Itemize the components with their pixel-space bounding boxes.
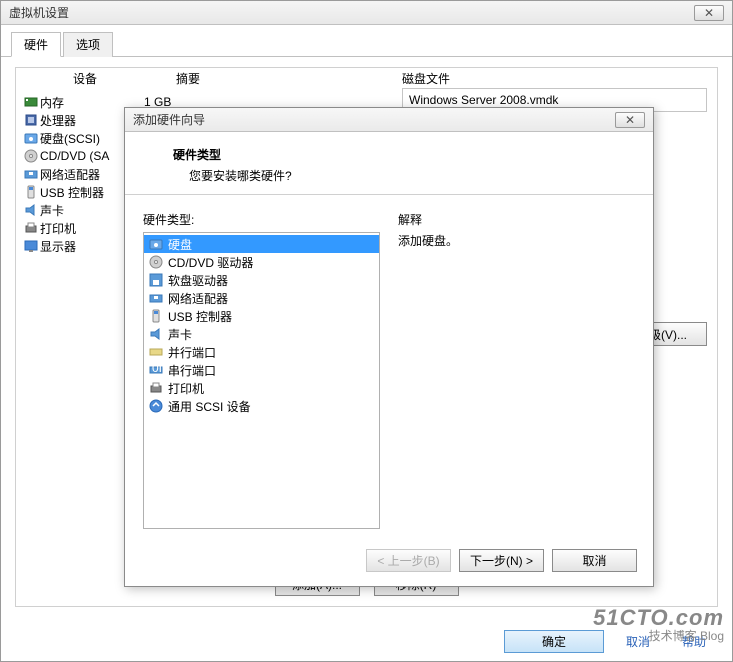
usb-icon <box>23 184 39 200</box>
usb-icon <box>148 308 164 324</box>
main-titlebar: 虚拟机设置 ✕ <box>1 1 732 25</box>
list-item[interactable]: CD/DVD 驱动器 <box>144 253 379 271</box>
list-item[interactable]: 并行端口 <box>144 343 379 361</box>
network-icon <box>23 166 39 182</box>
wizard-right-col: 解释 添加硬盘。 <box>398 211 635 529</box>
header-device: 设备 <box>24 70 146 87</box>
sound-icon <box>23 202 39 218</box>
tab-bar: 硬件 选项 <box>1 25 732 57</box>
tab-options[interactable]: 选项 <box>63 32 113 57</box>
sound-icon <box>148 326 164 342</box>
wizard-close-button[interactable]: ✕ <box>615 112 645 128</box>
disk-file-value: Windows Server 2008.vmdk <box>409 93 558 107</box>
explain-label: 解释 <box>398 211 635 228</box>
printer-icon <box>148 380 164 396</box>
floppy-icon <box>148 272 164 288</box>
hardware-type-listbox[interactable]: 硬盘 CD/DVD 驱动器 软盘驱动器 网络适配器 USB 控制器 声卡 并行端… <box>143 232 380 529</box>
list-item-label: USB 控制器 <box>168 308 232 325</box>
memory-icon <box>23 94 39 110</box>
harddisk-icon <box>148 236 164 252</box>
disk-file-label: 磁盘文件 <box>402 70 450 87</box>
dialog-footer: 确定 取消 帮助 <box>504 630 716 653</box>
wizard-title: 添加硬件向导 <box>133 111 205 128</box>
list-item[interactable]: 硬盘 <box>144 235 379 253</box>
list-item-label: 并行端口 <box>168 344 216 361</box>
cd-icon <box>148 254 164 270</box>
serial-icon <box>148 362 164 378</box>
display-icon <box>23 238 39 254</box>
close-icon: ✕ <box>704 6 714 20</box>
list-item[interactable]: 网络适配器 <box>144 289 379 307</box>
parallel-icon <box>148 344 164 360</box>
main-close-button[interactable]: ✕ <box>694 5 724 21</box>
header-summary: 摘要 <box>146 70 246 87</box>
wizard-titlebar: 添加硬件向导 ✕ <box>125 108 653 132</box>
ok-button[interactable]: 确定 <box>504 630 604 653</box>
list-item[interactable]: 打印机 <box>144 379 379 397</box>
list-item-label: 软盘驱动器 <box>168 272 228 289</box>
list-item-label: 打印机 <box>168 380 204 397</box>
wizard-body: 硬件类型: 硬盘 CD/DVD 驱动器 软盘驱动器 网络适配器 USB 控制器 … <box>125 195 653 529</box>
cancel-link[interactable]: 取消 <box>616 630 660 653</box>
list-item-label: 串行端口 <box>168 362 216 379</box>
cpu-icon <box>23 112 39 128</box>
wizard-cancel-button[interactable]: 取消 <box>552 549 637 572</box>
main-title: 虚拟机设置 <box>9 4 69 21</box>
scsi-icon <box>148 398 164 414</box>
list-item-label: 通用 SCSI 设备 <box>168 398 251 415</box>
list-item-label: 声卡 <box>168 326 192 343</box>
list-item-label: 硬盘 <box>168 236 192 253</box>
wizard-left-col: 硬件类型: 硬盘 CD/DVD 驱动器 软盘驱动器 网络适配器 USB 控制器 … <box>143 211 380 529</box>
list-item-label: CD/DVD 驱动器 <box>168 254 253 271</box>
back-button: < 上一步(B) <box>366 549 451 572</box>
hardware-type-label: 硬件类型: <box>143 211 380 228</box>
explain-text: 添加硬盘。 <box>398 232 635 249</box>
close-icon: ✕ <box>625 113 635 127</box>
cd-icon <box>23 148 39 164</box>
list-item[interactable]: USB 控制器 <box>144 307 379 325</box>
wizard-header: 硬件类型 您要安装哪类硬件? <box>125 132 653 195</box>
column-headers: 设备 摘要 <box>16 68 717 89</box>
network-icon <box>148 290 164 306</box>
help-link[interactable]: 帮助 <box>672 630 716 653</box>
list-item[interactable]: 声卡 <box>144 325 379 343</box>
list-item[interactable]: 通用 SCSI 设备 <box>144 397 379 415</box>
list-item-label: 网络适配器 <box>168 290 228 307</box>
add-hardware-wizard: 添加硬件向导 ✕ 硬件类型 您要安装哪类硬件? 硬件类型: 硬盘 CD/DVD … <box>124 107 654 587</box>
list-item[interactable]: 软盘驱动器 <box>144 271 379 289</box>
printer-icon <box>23 220 39 236</box>
wizard-heading: 硬件类型 <box>173 146 653 163</box>
list-item[interactable]: 串行端口 <box>144 361 379 379</box>
next-button[interactable]: 下一步(N) > <box>459 549 544 572</box>
wizard-subheading: 您要安装哪类硬件? <box>173 167 653 184</box>
harddisk-icon <box>23 130 39 146</box>
tab-hardware[interactable]: 硬件 <box>11 32 61 57</box>
wizard-buttons: < 上一步(B) 下一步(N) > 取消 <box>366 549 637 572</box>
